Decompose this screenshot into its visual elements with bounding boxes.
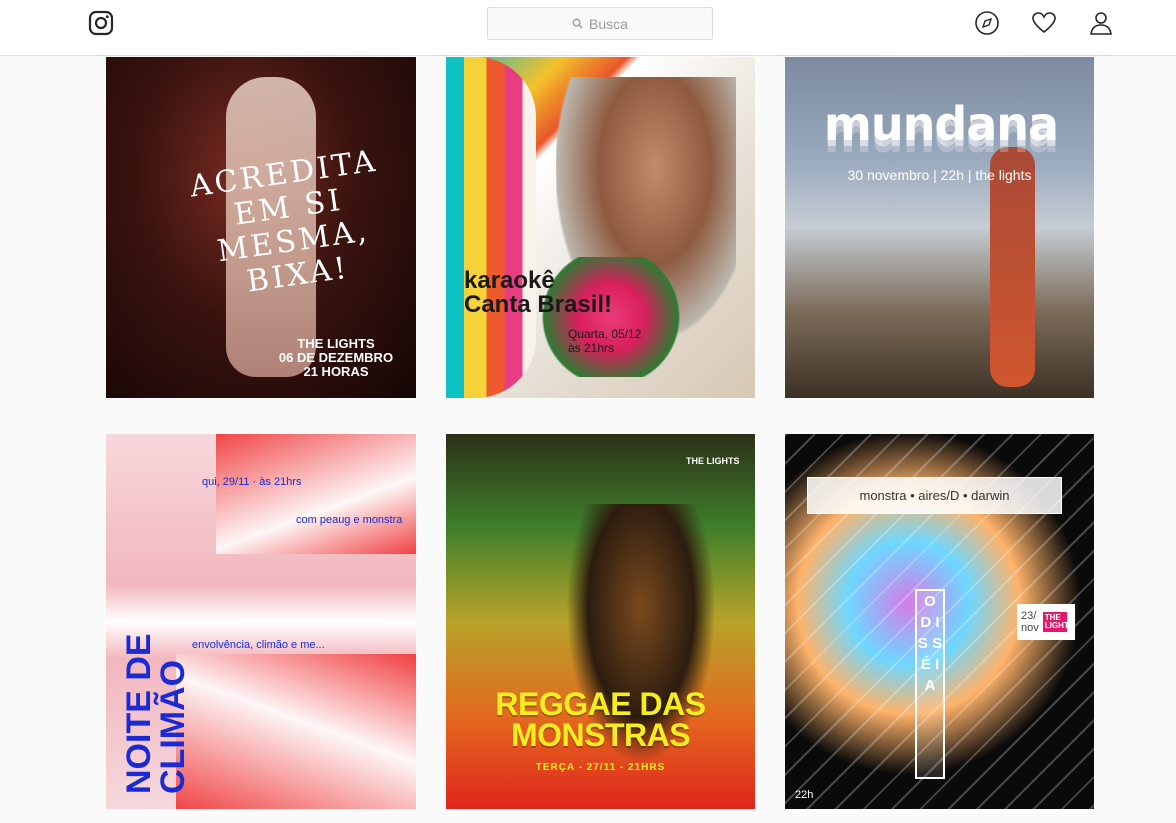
poster-title: mundana xyxy=(823,97,1059,151)
heart-icon[interactable] xyxy=(1031,10,1057,36)
poster-info: 30 novembro | 22h | the lights xyxy=(847,167,1032,183)
poster-date: 23/ nov THE LIGHTS xyxy=(1017,604,1075,640)
search-placeholder: Busca xyxy=(589,15,628,32)
compass-icon[interactable] xyxy=(974,10,1000,36)
post-thumbnail-2[interactable]: karaokê Canta Brasil! Quarta, 05/12 às 2… xyxy=(446,57,755,398)
poster-photo-top xyxy=(216,434,416,554)
post-thumbnail-1[interactable]: ACREDITA EM SI MESMA, BIXA! THE LIGHTS 0… xyxy=(106,57,416,398)
poster-venue: THE LIGHTS xyxy=(686,456,740,466)
post-thumbnail-3[interactable]: mundana 30 novembro | 22h | the lights xyxy=(785,57,1094,398)
poster-tagline: envolvência, climão e me... xyxy=(192,639,325,651)
search-input[interactable]: Busca xyxy=(487,7,713,40)
poster-date: qui, 29/11 · às 21hrs xyxy=(202,476,302,488)
poster-title: karaokê Canta Brasil! xyxy=(464,267,613,318)
profile-icon[interactable] xyxy=(1088,10,1114,36)
search-icon xyxy=(572,16,583,32)
poster-title: REGGAE DAS MONSTRAS xyxy=(495,686,706,753)
poster-artists: com peaug e monstra xyxy=(296,514,403,526)
instagram-logo-icon[interactable] xyxy=(88,10,114,36)
poster-title: NOITE DE CLIMÃO xyxy=(120,633,192,794)
post-thumbnail-6[interactable]: monstra • aires/D • darwin O D I S S É I… xyxy=(785,434,1094,809)
poster-photo-bottom xyxy=(176,654,416,809)
poster-time: 22h xyxy=(795,789,814,801)
post-thumbnail-5[interactable]: THE LIGHTS REGGAE DAS MONSTRAS TERÇA - 2… xyxy=(446,434,755,809)
poster-lineup: monstra • aires/D • darwin xyxy=(807,477,1062,514)
top-bar: Busca xyxy=(0,0,1176,56)
poster-info: Quarta, 05/12 às 21hrs xyxy=(568,327,642,355)
poster-venue-badge: THE LIGHTS xyxy=(1042,612,1075,632)
poster-photo xyxy=(990,147,1035,387)
poster-title: ACREDITA EM SI MESMA, BIXA! xyxy=(187,143,380,300)
poster-title: O D I S S É I A xyxy=(915,589,945,779)
poster-info: THE LIGHTS 06 DE DEZEMBRO 21 HORAS xyxy=(278,336,394,379)
poster-color-waves xyxy=(446,57,536,398)
post-thumbnail-4[interactable]: NOITE DE CLIMÃO qui, 29/11 · às 21hrs co… xyxy=(106,434,416,809)
poster-info: TERÇA - 27/11 - 21HRS xyxy=(535,762,666,773)
